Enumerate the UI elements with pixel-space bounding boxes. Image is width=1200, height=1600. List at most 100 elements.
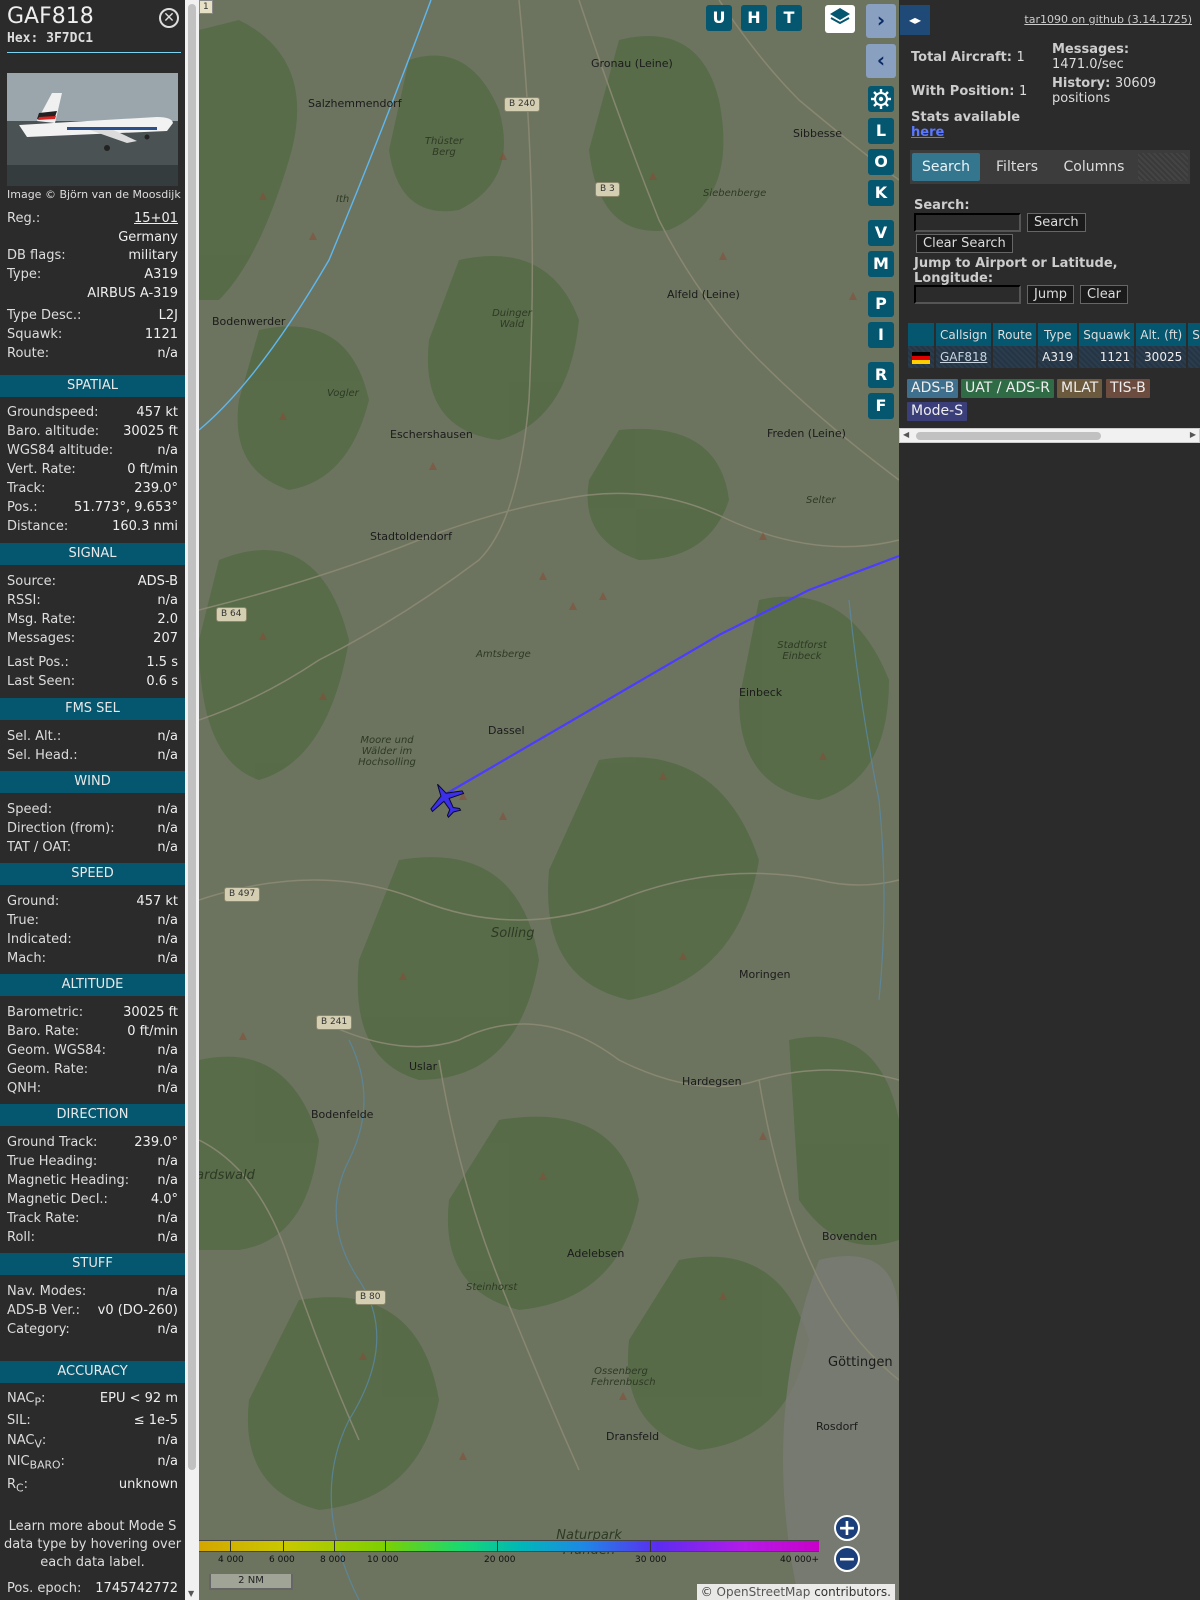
- stats-here-link[interactable]: here: [911, 125, 1020, 140]
- info-row: WGS84 altitude: n/a: [7, 443, 178, 462]
- legend-tick: [497, 1540, 498, 1552]
- layers-icon[interactable]: [825, 5, 855, 33]
- with-position-value: 1: [1019, 84, 1028, 99]
- settings-gear-icon[interactable]: [868, 86, 894, 112]
- p-button[interactable]: P: [868, 291, 894, 317]
- col-type[interactable]: Type: [1036, 323, 1079, 346]
- clear-search-button[interactable]: Clear Search: [916, 234, 1013, 253]
- info-row: Barometric: 30025 ft: [7, 1005, 178, 1024]
- tab-spacer: [1138, 153, 1188, 181]
- place-label: Uslar: [409, 1060, 438, 1073]
- info-row: Track Rate: n/a: [7, 1211, 178, 1230]
- place-label: Reinhardswald: [199, 1168, 255, 1183]
- scroll-right-icon[interactable]: ▶: [1190, 430, 1196, 439]
- col-flag[interactable]: [906, 323, 935, 346]
- col-squawk[interactable]: Squawk: [1077, 323, 1136, 346]
- l-button[interactable]: L: [868, 118, 894, 144]
- place-label: Salzhemmendorf: [308, 97, 402, 110]
- f-button[interactable]: F: [868, 393, 894, 419]
- info-label: Mach:: [7, 951, 46, 966]
- reg-link[interactable]: 15+01: [134, 211, 178, 226]
- aircraft-photo[interactable]: [7, 73, 178, 186]
- prev-button[interactable]: ‹: [866, 44, 896, 78]
- info-label: QNH:: [7, 1081, 42, 1096]
- tab-search[interactable]: Search: [912, 153, 980, 181]
- tab-filters[interactable]: Filters: [984, 153, 1050, 181]
- info-panel-scrollbar[interactable]: ▼: [185, 0, 199, 1600]
- v-button[interactable]: V: [868, 220, 894, 246]
- info-row: Direction (from): n/a: [7, 821, 178, 840]
- section-spatial: SPATIAL: [0, 375, 185, 397]
- legend-label: 4 000: [218, 1555, 244, 1565]
- jump-button[interactable]: Jump: [1027, 285, 1074, 304]
- source-badge-uat[interactable]: UAT / ADS-R: [961, 379, 1054, 398]
- aircraft-icon[interactable]: [426, 780, 466, 818]
- messages-stat: Messages: 1471.0/sec: [1052, 42, 1192, 72]
- scrollbar-thumb[interactable]: [916, 432, 1101, 440]
- search-input[interactable]: [914, 213, 1021, 232]
- next-button[interactable]: ›: [866, 4, 896, 38]
- place-label: Stadtforst Einbeck: [777, 640, 827, 662]
- h-button[interactable]: H: [741, 5, 767, 31]
- sil-label: SIL:: [7, 1413, 31, 1428]
- table-horizontal-scrollbar[interactable]: ◀ ▶: [899, 428, 1200, 443]
- sidebar-panel: ◂▸ tar1090 on github (3.14.1725) Total A…: [899, 0, 1200, 1600]
- info-value: n/a: [157, 1062, 178, 1077]
- t-button[interactable]: T: [776, 5, 802, 31]
- info-row: Pos. epoch: 1745742772: [7, 1581, 178, 1600]
- m-button[interactable]: M: [868, 251, 894, 277]
- col-altitude[interactable]: Alt. (ft): [1134, 323, 1188, 346]
- place-label: Rosdorf: [816, 1420, 858, 1433]
- source-badge-tisb[interactable]: TIS-B: [1106, 379, 1150, 398]
- search-button[interactable]: Search: [1027, 213, 1086, 232]
- osm-link[interactable]: OpenStreetMap: [717, 1585, 811, 1599]
- country-row: Germany: [7, 230, 178, 249]
- info-label: Sel. Head.:: [7, 748, 78, 763]
- r-button[interactable]: R: [868, 362, 894, 388]
- info-label: Indicated:: [7, 932, 72, 947]
- scrollbar-thumb[interactable]: [188, 4, 196, 1470]
- info-label: True Heading:: [7, 1154, 98, 1169]
- info-row: Nav. Modes: n/a: [7, 1284, 178, 1303]
- k-button[interactable]: K: [868, 180, 894, 206]
- close-icon[interactable]: ✕: [159, 8, 179, 28]
- i-button[interactable]: I: [868, 322, 894, 348]
- squawk-label: Squawk:: [7, 327, 63, 342]
- u-button[interactable]: U: [706, 5, 732, 31]
- epoch-label: Pos. epoch:: [7, 1581, 82, 1596]
- type-label: Type:: [7, 267, 42, 282]
- nacp-label: NACP:: [7, 1391, 46, 1409]
- with-position: With Position: 1: [911, 84, 1027, 99]
- info-row: ADS-B Ver.: v0 (DO-260): [7, 1303, 178, 1322]
- scroll-down-icon[interactable]: ▼: [188, 1589, 194, 1598]
- nicbaro-label-text: NIC: [7, 1454, 30, 1469]
- table-row[interactable]: GAF818 A319 1121 30025: [906, 346, 1200, 368]
- col-speed[interactable]: Spd.: [1186, 323, 1200, 346]
- info-row: Magnetic Decl.: 4.0°: [7, 1192, 178, 1211]
- scroll-left-icon[interactable]: ◀: [903, 430, 909, 439]
- legend-tick: [230, 1540, 231, 1552]
- source-badge-modes[interactable]: Mode-S: [907, 402, 968, 421]
- col-callsign[interactable]: Callsign: [933, 323, 993, 346]
- tab-columns[interactable]: Columns: [1054, 153, 1134, 181]
- zoom-out-button[interactable]: −: [834, 1546, 860, 1572]
- source-badge-mlat[interactable]: MLAT: [1057, 379, 1103, 398]
- jump-input[interactable]: [914, 285, 1021, 304]
- typedesc-value: L2J: [158, 308, 178, 323]
- source-badge-adsb[interactable]: ADS-B: [907, 379, 959, 398]
- info-row: Sel. Head.: n/a: [7, 748, 178, 767]
- nacv-label-sub: V: [34, 1437, 42, 1451]
- flag-icon: [906, 346, 935, 368]
- messages-value: 1471.0/sec: [1052, 57, 1124, 72]
- row-callsign[interactable]: GAF818: [933, 346, 993, 368]
- map-view[interactable]: 1 Gronau (Leine) Salzhemmendorf Sibbesse…: [199, 0, 899, 1600]
- toggle-sidebar-icon[interactable]: ◂▸: [900, 5, 930, 35]
- clear-button[interactable]: Clear: [1080, 285, 1128, 304]
- route-value: n/a: [157, 346, 178, 361]
- github-link[interactable]: tar1090 on github (3.14.1725): [1024, 13, 1192, 26]
- zoom-in-button[interactable]: +: [834, 1515, 860, 1541]
- o-button[interactable]: O: [868, 149, 894, 175]
- col-route[interactable]: Route: [991, 323, 1038, 346]
- mode-s-help-note: Learn more about Mode S data type by hov…: [3, 1519, 182, 1570]
- place-label: Siebenberge: [703, 188, 767, 199]
